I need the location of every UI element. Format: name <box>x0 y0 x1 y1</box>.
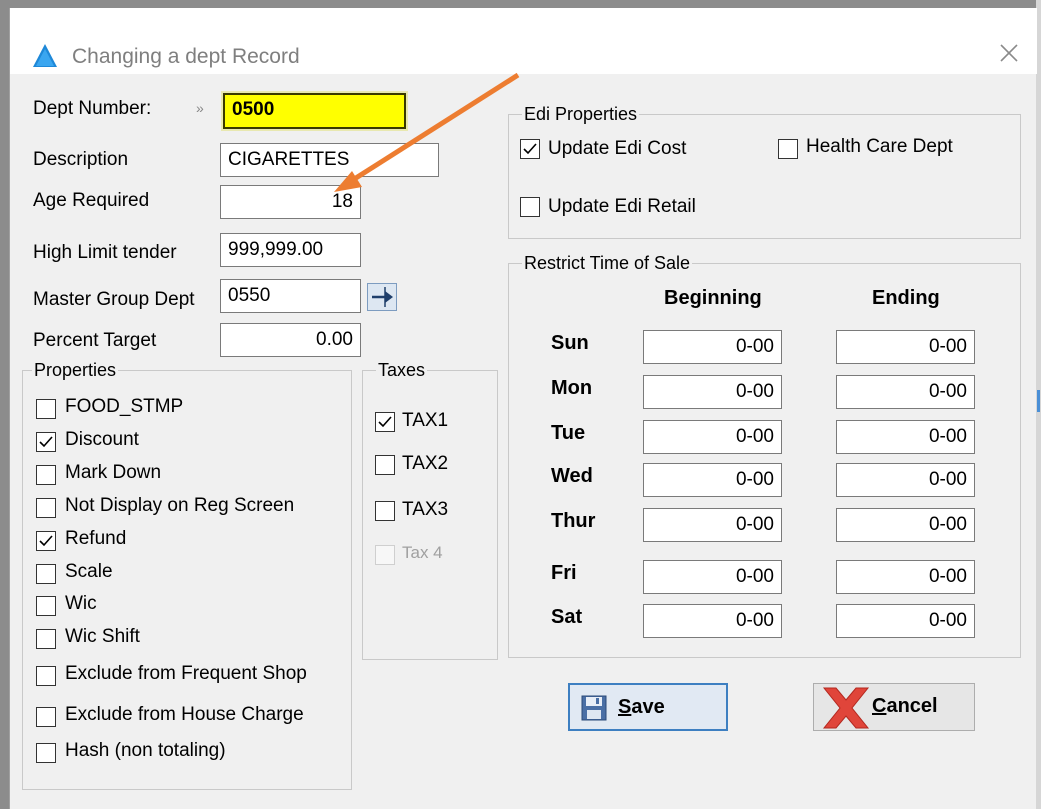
day-label: Sun <box>551 332 589 354</box>
beginning-time-field[interactable]: 0-00 <box>643 604 782 638</box>
description-field[interactable]: CIGARETTES <box>220 143 439 177</box>
property-checkbox[interactable] <box>36 564 56 584</box>
master-group-dept-field[interactable]: 0550 <box>220 279 361 313</box>
tax-label: TAX3 <box>402 499 449 520</box>
taxes-legend: Taxes <box>376 360 428 381</box>
edi-properties-group <box>508 114 1021 239</box>
update-edi-retail-checkbox[interactable] <box>520 197 540 217</box>
ending-time-field[interactable]: 0-00 <box>836 560 975 594</box>
floppy-disk-icon <box>581 695 607 721</box>
percent-target-label: Percent Target <box>33 330 157 351</box>
cancel-mnemonic: C <box>872 695 887 717</box>
age-required-field[interactable]: 18 <box>220 185 361 219</box>
blue-triangle-icon <box>33 44 57 67</box>
property-label: Wic <box>65 593 97 614</box>
beginning-time-field[interactable]: 0-00 <box>643 420 782 454</box>
save-mnemonic: S <box>618 696 632 718</box>
property-checkbox[interactable] <box>36 743 56 763</box>
high-limit-tender-field[interactable]: 999,999.00 <box>220 233 361 267</box>
ending-time-field[interactable]: 0-00 <box>836 375 975 409</box>
health-care-dept-label: Health Care Dept <box>806 136 953 157</box>
restrict-time-group <box>508 263 1021 658</box>
save-label: ave <box>631 696 665 718</box>
property-label: Exclude from Frequent Shop <box>65 663 307 684</box>
tax-label: Tax 4 <box>402 543 443 562</box>
property-label: Scale <box>65 561 113 582</box>
property-checkbox[interactable] <box>36 707 56 727</box>
update-edi-cost-label: Update Edi Cost <box>548 138 687 159</box>
property-label: Discount <box>65 429 139 450</box>
title-bar: Changing a dept Record <box>10 8 1037 74</box>
beginning-time-field[interactable]: 0-00 <box>643 330 782 364</box>
tax-checkbox[interactable] <box>375 455 395 475</box>
ending-time-field[interactable]: 0-00 <box>836 420 975 454</box>
description-label: Description <box>33 149 129 170</box>
beginning-time-field[interactable]: 0-00 <box>643 375 782 409</box>
dept-number-label: Dept Number: <box>33 98 152 119</box>
property-label: Mark Down <box>65 462 162 483</box>
property-checkbox[interactable] <box>36 531 56 551</box>
beginning-time-field[interactable]: 0-00 <box>643 508 782 542</box>
property-checkbox[interactable] <box>36 465 56 485</box>
property-label: Hash (non totaling) <box>65 740 226 761</box>
close-icon[interactable] <box>996 40 1022 66</box>
ending-time-field[interactable]: 0-00 <box>836 330 975 364</box>
properties-legend: Properties <box>32 360 119 381</box>
arrow-right-icon[interactable] <box>367 283 397 311</box>
tax-label: TAX2 <box>402 453 449 474</box>
restrict-time-legend: Restrict Time of Sale <box>522 253 693 274</box>
property-checkbox[interactable] <box>36 666 56 686</box>
percent-target-field[interactable]: 0.00 <box>220 323 361 357</box>
property-label: Not Display on Reg Screen <box>65 495 295 516</box>
property-label: Exclude from House Charge <box>65 704 304 725</box>
property-label: FOOD_STMP <box>65 396 184 417</box>
update-edi-retail-label: Update Edi Retail <box>548 196 696 217</box>
update-edi-cost-checkbox[interactable] <box>520 139 540 159</box>
day-label: Tue <box>551 422 586 444</box>
property-checkbox[interactable] <box>36 432 56 452</box>
ending-time-field[interactable]: 0-00 <box>836 508 975 542</box>
day-label: Fri <box>551 562 577 584</box>
day-label: Wed <box>551 465 593 487</box>
beginning-header: Beginning <box>664 287 762 309</box>
beginning-time-field[interactable]: 0-00 <box>643 560 782 594</box>
background-strip-right <box>1036 0 1041 809</box>
save-button[interactable]: Save <box>568 683 728 731</box>
day-label: Mon <box>551 377 593 399</box>
edi-properties-legend: Edi Properties <box>522 104 640 125</box>
cancel-label: ancel <box>886 695 938 717</box>
dept-record-dialog: Changing a dept Record Dept Number: » 05… <box>9 8 1037 809</box>
health-care-dept-checkbox[interactable] <box>778 139 798 159</box>
tax-checkbox[interactable] <box>375 412 395 432</box>
day-label: Thur <box>551 510 596 532</box>
background-strip-left <box>0 0 9 809</box>
background-strip-top <box>0 0 1041 8</box>
property-checkbox[interactable] <box>36 629 56 649</box>
property-checkbox[interactable] <box>36 596 56 616</box>
tax-label: TAX1 <box>402 410 449 431</box>
tax-checkbox <box>375 545 395 565</box>
ending-header: Ending <box>872 287 940 309</box>
beginning-time-field[interactable]: 0-00 <box>643 463 782 497</box>
property-label: Wic Shift <box>65 626 140 647</box>
property-label: Refund <box>65 528 127 549</box>
age-required-label: Age Required <box>33 190 150 211</box>
property-checkbox[interactable] <box>36 498 56 518</box>
dept-number-field[interactable]: 0500 <box>221 91 408 131</box>
ending-time-field[interactable]: 0-00 <box>836 604 975 638</box>
tax-checkbox[interactable] <box>375 501 395 521</box>
ending-time-field[interactable]: 0-00 <box>836 463 975 497</box>
red-x-icon <box>822 687 870 729</box>
day-label: Sat <box>551 606 583 628</box>
high-limit-tender-label: High Limit tender <box>33 242 177 263</box>
dept-number-chevron: » <box>196 100 204 116</box>
window-title: Changing a dept Record <box>72 45 300 68</box>
property-checkbox[interactable] <box>36 399 56 419</box>
cancel-button[interactable]: Cancel <box>813 683 975 731</box>
master-group-dept-label: Master Group Dept <box>33 289 195 310</box>
